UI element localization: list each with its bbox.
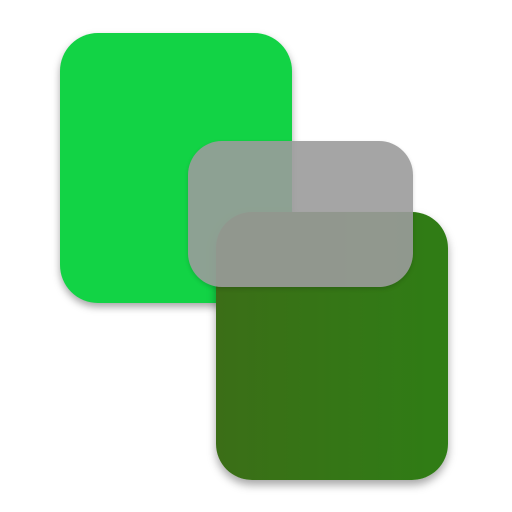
- app-icon: [0, 0, 512, 512]
- gray-rounded-rectangle-icon: [188, 141, 413, 287]
